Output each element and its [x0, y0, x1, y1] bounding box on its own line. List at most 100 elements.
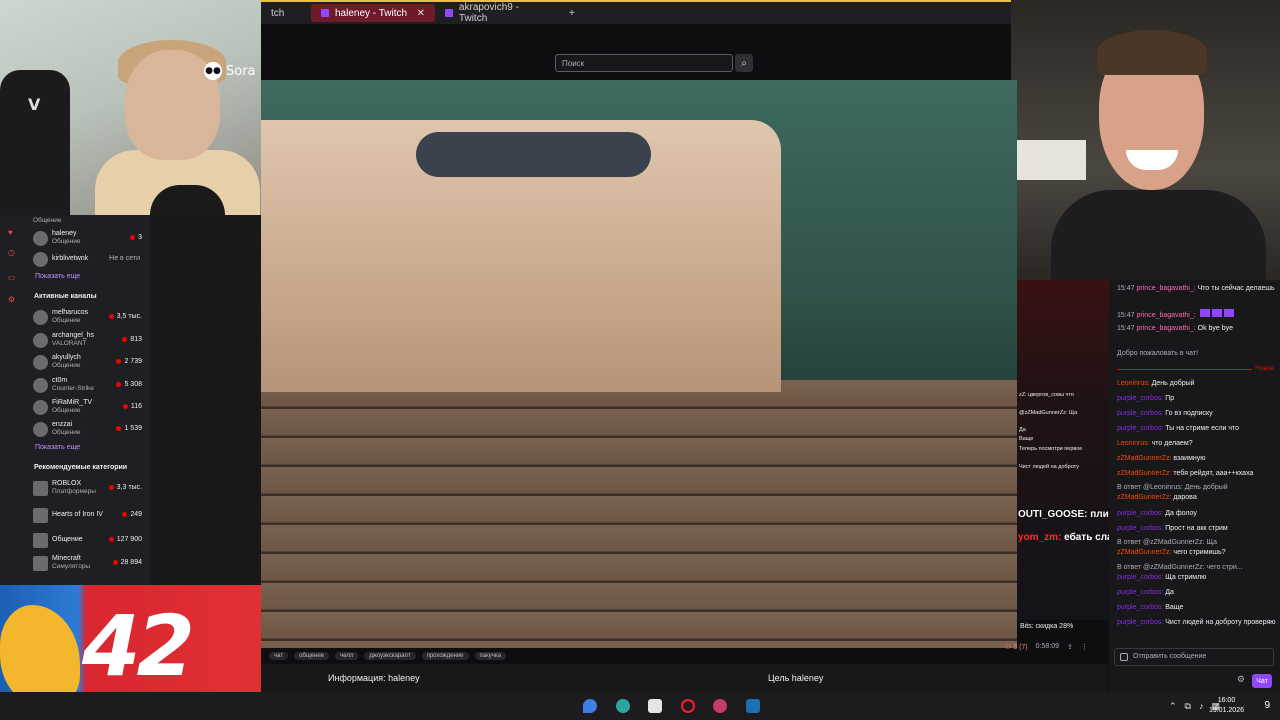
sidebar-item-category[interactable]: ROBLOX Платформеры 3,3 тыс. [33, 478, 148, 498]
chat-message: purple_corbos: Да фолоу [1117, 510, 1197, 517]
clock[interactable]: 16:00 19.01.2026 [1209, 696, 1244, 716]
speaker-icon[interactable]: ♪ [1199, 701, 1204, 712]
sidebar-item-category[interactable]: Minecraft Симуляторы 28 894 [33, 553, 148, 573]
chat-input[interactable]: Отправить сообщение [1114, 648, 1274, 666]
category-thumbnail [33, 480, 48, 496]
chat-message: Leoninrus: что делаем? [1117, 440, 1193, 447]
chat-message: zZMadGunnerZz: взаимную [1117, 455, 1206, 462]
emote [1223, 309, 1234, 317]
sidebar-item-kirblivetwnk[interactable]: kirblivetwnk Не в сети [33, 249, 148, 269]
avatar [33, 377, 48, 393]
avatar [33, 251, 48, 267]
sora-icon: ●● [204, 62, 222, 80]
avatar [33, 309, 48, 325]
chat-message: 15:47 prince_bagavathi_: Что ты сейчас де… [1117, 285, 1275, 292]
tag[interactable]: пакучка [474, 652, 507, 660]
chat-message: purple_corbos: Ща стримлю [1117, 574, 1207, 581]
chat-message: zZMadGunnerZz: дарова [1117, 494, 1197, 501]
network-icon[interactable]: ⧉ [1185, 701, 1191, 712]
gear-icon[interactable]: ⚙ [8, 295, 18, 305]
avatar [33, 354, 48, 370]
info-tab[interactable]: Информация: haleney [328, 673, 420, 683]
chat-mode-icon[interactable] [1120, 653, 1128, 661]
new-messages-label: Новое [1252, 365, 1274, 372]
category-thumbnail [33, 532, 48, 548]
close-tab-icon[interactable]: ✕ [417, 8, 425, 19]
sidebar-item-category[interactable]: Общение 127 900 [33, 530, 148, 550]
stream-video[interactable] [261, 80, 1017, 648]
recommended-categories-heading: Рекомендуемые категории [34, 464, 128, 471]
sidebar-item-haleney[interactable]: haleney Общение 3 [33, 228, 148, 248]
chat-send-button[interactable]: Чат [1252, 674, 1272, 688]
twitch-icon [445, 9, 453, 17]
chat-message: purple_corbos: Го вз подписку [1117, 410, 1213, 417]
heart-icon[interactable]: ♥ [8, 228, 18, 238]
sidebar-item-channel[interactable]: melharucos Общение 3,5 тыс. [33, 307, 148, 327]
new-messages-divider [1117, 369, 1274, 370]
sidebar-item-channel[interactable]: FiRaMiR_TV Общение 116 [33, 397, 148, 417]
emote [1199, 309, 1210, 317]
chat-message: purple_corbos: Ты на стриме если что [1117, 425, 1240, 432]
opera-icon[interactable] [681, 699, 695, 713]
notifications-badge[interactable]: 9 [1264, 700, 1270, 711]
windows-taskbar: ⌃ ⧉ ♪ ▦ 16:00 19.01.2026 9 [0, 692, 1280, 720]
stream-stats: ⚇ 3 (7) 0:58:09 ⇪ ⋮ [1005, 643, 1088, 651]
sidebar-item-category[interactable]: Общение [33, 210, 148, 230]
sora-watermark: ●● Sora [204, 62, 256, 80]
bits-promo[interactable]: Bits: скидка 28% [1020, 623, 1073, 630]
avatar [33, 332, 48, 348]
category-thumbnail [33, 507, 48, 523]
gaming-chair [0, 70, 70, 215]
left-webcam: V ●● Sora [0, 0, 261, 215]
search-button[interactable]: ⌕ [735, 54, 753, 72]
chevron-up-icon[interactable]: ⌃ [1169, 701, 1177, 712]
live-indicator [130, 235, 136, 240]
chat-settings-icon[interactable]: ⚙ [1237, 674, 1245, 685]
overlay-message: OUTI_GOOSE: плиз [1018, 509, 1114, 520]
clock-icon[interactable]: ◷ [8, 248, 18, 258]
new-tab-button[interactable]: + [559, 4, 585, 22]
show-more-link[interactable]: Показать еще [35, 273, 80, 280]
browser-tab[interactable]: akrapovich9 - Twitch [435, 2, 559, 24]
search-input[interactable]: Поиск [555, 54, 733, 72]
tag[interactable]: чат [269, 652, 289, 660]
browser-icon[interactable] [616, 699, 630, 713]
sidebar-item-channel[interactable]: archangel_hs VALORANT 813 [33, 330, 148, 350]
chat-reply-context: В ответ @Leoninrus: День добрый [1117, 484, 1228, 491]
pillow [416, 132, 651, 177]
show-more-link[interactable]: Показать еще [35, 444, 80, 451]
chat-message: zZMadGunnerZz: тебя рейдят, ааа++кхаха [1117, 470, 1254, 477]
sidebar-item-category[interactable]: Hearts of Iron IV 249 [33, 505, 148, 525]
chat-message: Leoninrus: День добрый [1117, 380, 1195, 387]
camera-icon[interactable]: ▭ [8, 273, 18, 283]
steam-icon[interactable] [746, 699, 760, 713]
browser-tab-strip: tch haleney - Twitch ✕ akrapovich9 - Twi… [261, 0, 1011, 24]
sidebar-empty-area [150, 215, 261, 585]
chat-message: 15:47 prince_bagavathi_: Ok bye bye [1117, 325, 1234, 332]
share-icon[interactable]: ⇪ [1067, 643, 1073, 651]
sidebar-item-channel[interactable]: enzzai Общение 1 539 [33, 419, 148, 439]
emote [1211, 309, 1222, 317]
tag[interactable]: общение [294, 652, 330, 660]
more-options-icon[interactable]: ⋮ [1081, 643, 1088, 651]
app-icon[interactable] [648, 699, 662, 713]
viewer-count: ⚇ 3 (7) [1005, 644, 1028, 651]
tag[interactable]: джоуэкскарапт [364, 652, 416, 660]
avatar [33, 230, 48, 246]
sidebar-item-channel[interactable]: akyullych Общение 2 739 [33, 352, 148, 372]
browser-tab[interactable]: tch [261, 4, 311, 22]
chat-overlay: zZ: цвергов_совы что @zZMadGunnerZz: Ща … [1017, 280, 1109, 620]
browser-tab-active[interactable]: haleney - Twitch ✕ [311, 4, 435, 22]
tag[interactable]: челл [335, 652, 359, 660]
tag[interactable]: прохождение [421, 652, 469, 660]
goal-tab[interactable]: Цель haleney [768, 673, 823, 683]
app-icon[interactable] [583, 699, 597, 713]
avatar [33, 421, 48, 437]
chat-message: purple_corbos: Да [1117, 589, 1174, 596]
app-icon[interactable] [713, 699, 727, 713]
right-webcam [1011, 0, 1280, 280]
twitch-icon [321, 9, 329, 17]
category-thumbnail [33, 555, 48, 571]
sidebar-item-channel[interactable]: ct0m Counter-Strike 5 308 [33, 375, 148, 395]
chat-message: purple_corbos: Прост на акк стрим [1117, 525, 1228, 532]
